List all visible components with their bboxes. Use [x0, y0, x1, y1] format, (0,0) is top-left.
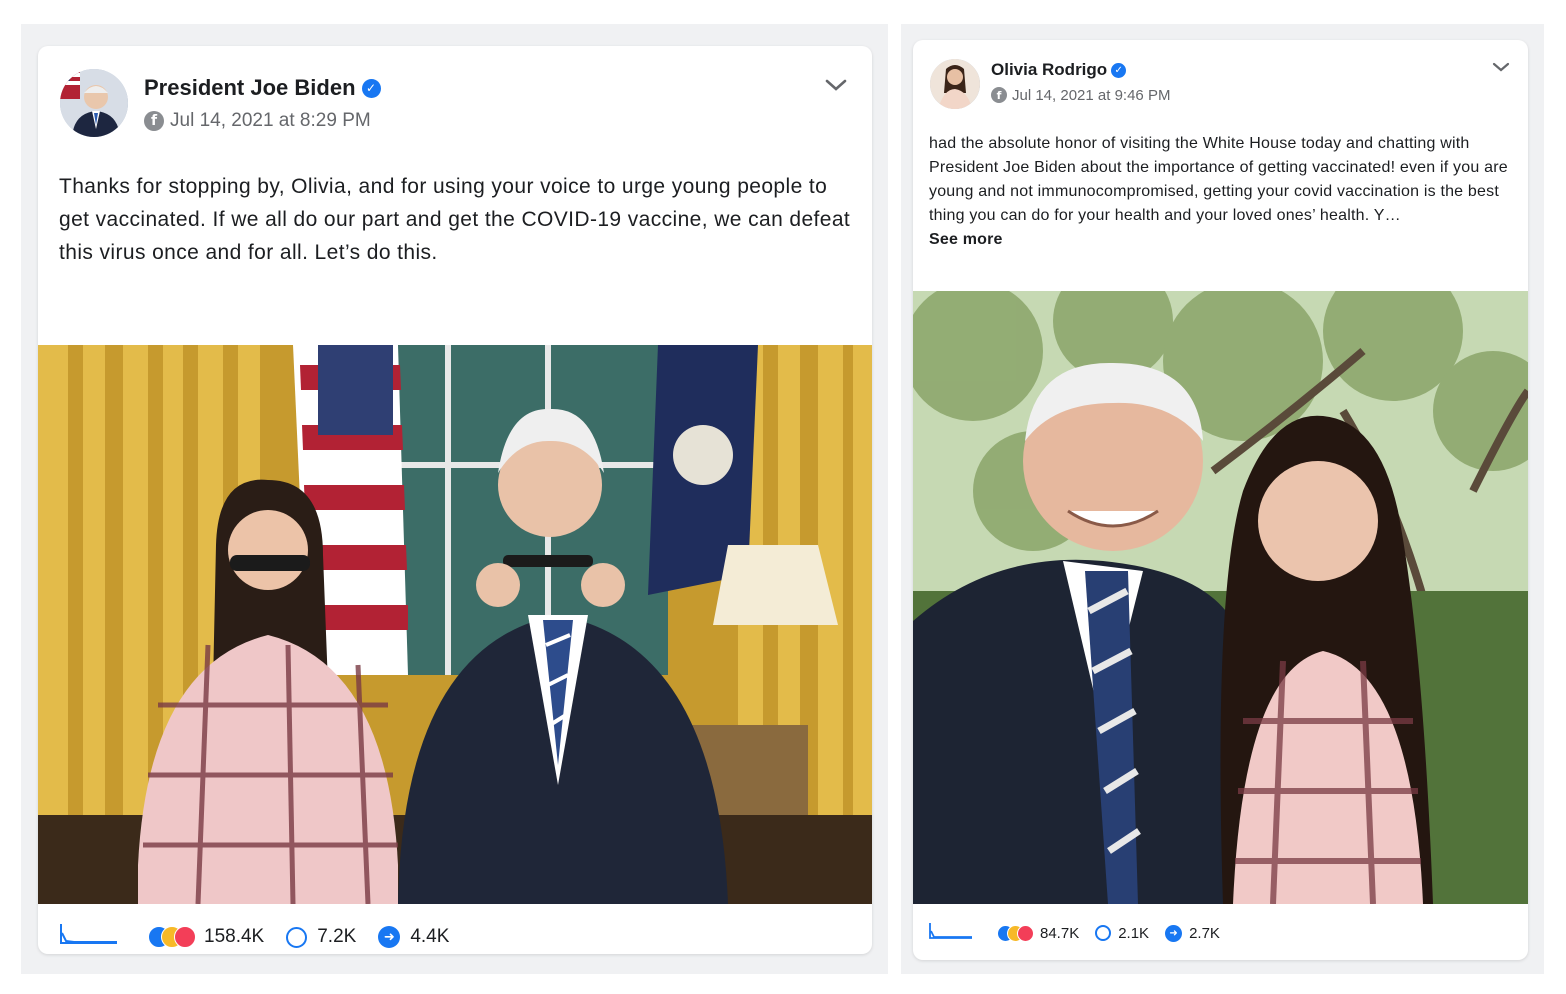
- post-body-text: Thanks for stopping by, Olivia, and for …: [59, 175, 851, 264]
- reactions-count: 84.7K: [1040, 924, 1080, 942]
- verified-badge-icon: ✓: [361, 78, 381, 98]
- post-timestamp[interactable]: Jul 14, 2021 at 9:46 PM: [1012, 87, 1170, 104]
- left-post-panel: President Joe Biden ✓ f Jul 14, 2021 at …: [21, 24, 888, 974]
- post-meta: f Jul 14, 2021 at 8:29 PM: [144, 109, 371, 133]
- post-photo-white-house-selfie[interactable]: [913, 291, 1528, 904]
- share-icon[interactable]: ➜: [378, 926, 401, 948]
- comment-icon[interactable]: [286, 926, 308, 948]
- reactions-icon[interactable]: [997, 924, 1034, 942]
- author-name[interactable]: President Joe Biden: [144, 75, 356, 101]
- post-photo-oval-office[interactable]: [38, 345, 872, 904]
- sparkline-icon[interactable]: [929, 922, 973, 944]
- share-icon[interactable]: ➜: [1165, 924, 1183, 942]
- see-more-link[interactable]: See more: [929, 228, 1514, 252]
- post-stats: 158.4K 7.2K ➜ 4.4K: [60, 922, 449, 952]
- verified-badge-icon: ✓: [1111, 62, 1127, 78]
- author-avatar[interactable]: [930, 59, 980, 109]
- post-card-biden: President Joe Biden ✓ f Jul 14, 2021 at …: [38, 46, 872, 954]
- sparkline-icon[interactable]: [60, 923, 118, 951]
- comments-count: 7.2K: [317, 926, 357, 947]
- reactions-count: 158.4K: [204, 926, 265, 947]
- post-body-text: had the absolute honor of visiting the W…: [929, 135, 1508, 224]
- chevron-down-icon[interactable]: [1491, 60, 1511, 78]
- shares-count: 4.4K: [410, 926, 450, 947]
- reactions-icon[interactable]: [148, 926, 196, 948]
- author-row: Olivia Rodrigo ✓: [991, 59, 1127, 81]
- author-row: President Joe Biden ✓: [144, 74, 381, 102]
- facebook-icon: f: [991, 87, 1007, 103]
- post-stats: 84.7K 2.1K ➜ 2.7K: [929, 921, 1220, 945]
- post-card-rodrigo: Olivia Rodrigo ✓ f Jul 14, 2021 at 9:46 …: [913, 40, 1528, 960]
- post-timestamp[interactable]: Jul 14, 2021 at 8:29 PM: [170, 110, 371, 132]
- comments-count: 2.1K: [1118, 924, 1150, 942]
- facebook-icon: f: [144, 111, 164, 131]
- comment-icon[interactable]: [1095, 925, 1112, 941]
- post-body: had the absolute honor of visiting the W…: [929, 132, 1514, 252]
- shares-count: 2.7K: [1189, 924, 1220, 942]
- right-post-panel: Olivia Rodrigo ✓ f Jul 14, 2021 at 9:46 …: [901, 24, 1544, 974]
- author-name[interactable]: Olivia Rodrigo: [991, 60, 1107, 80]
- chevron-down-icon[interactable]: [824, 72, 848, 98]
- author-avatar[interactable]: [60, 69, 128, 137]
- post-meta: f Jul 14, 2021 at 9:46 PM: [991, 85, 1170, 105]
